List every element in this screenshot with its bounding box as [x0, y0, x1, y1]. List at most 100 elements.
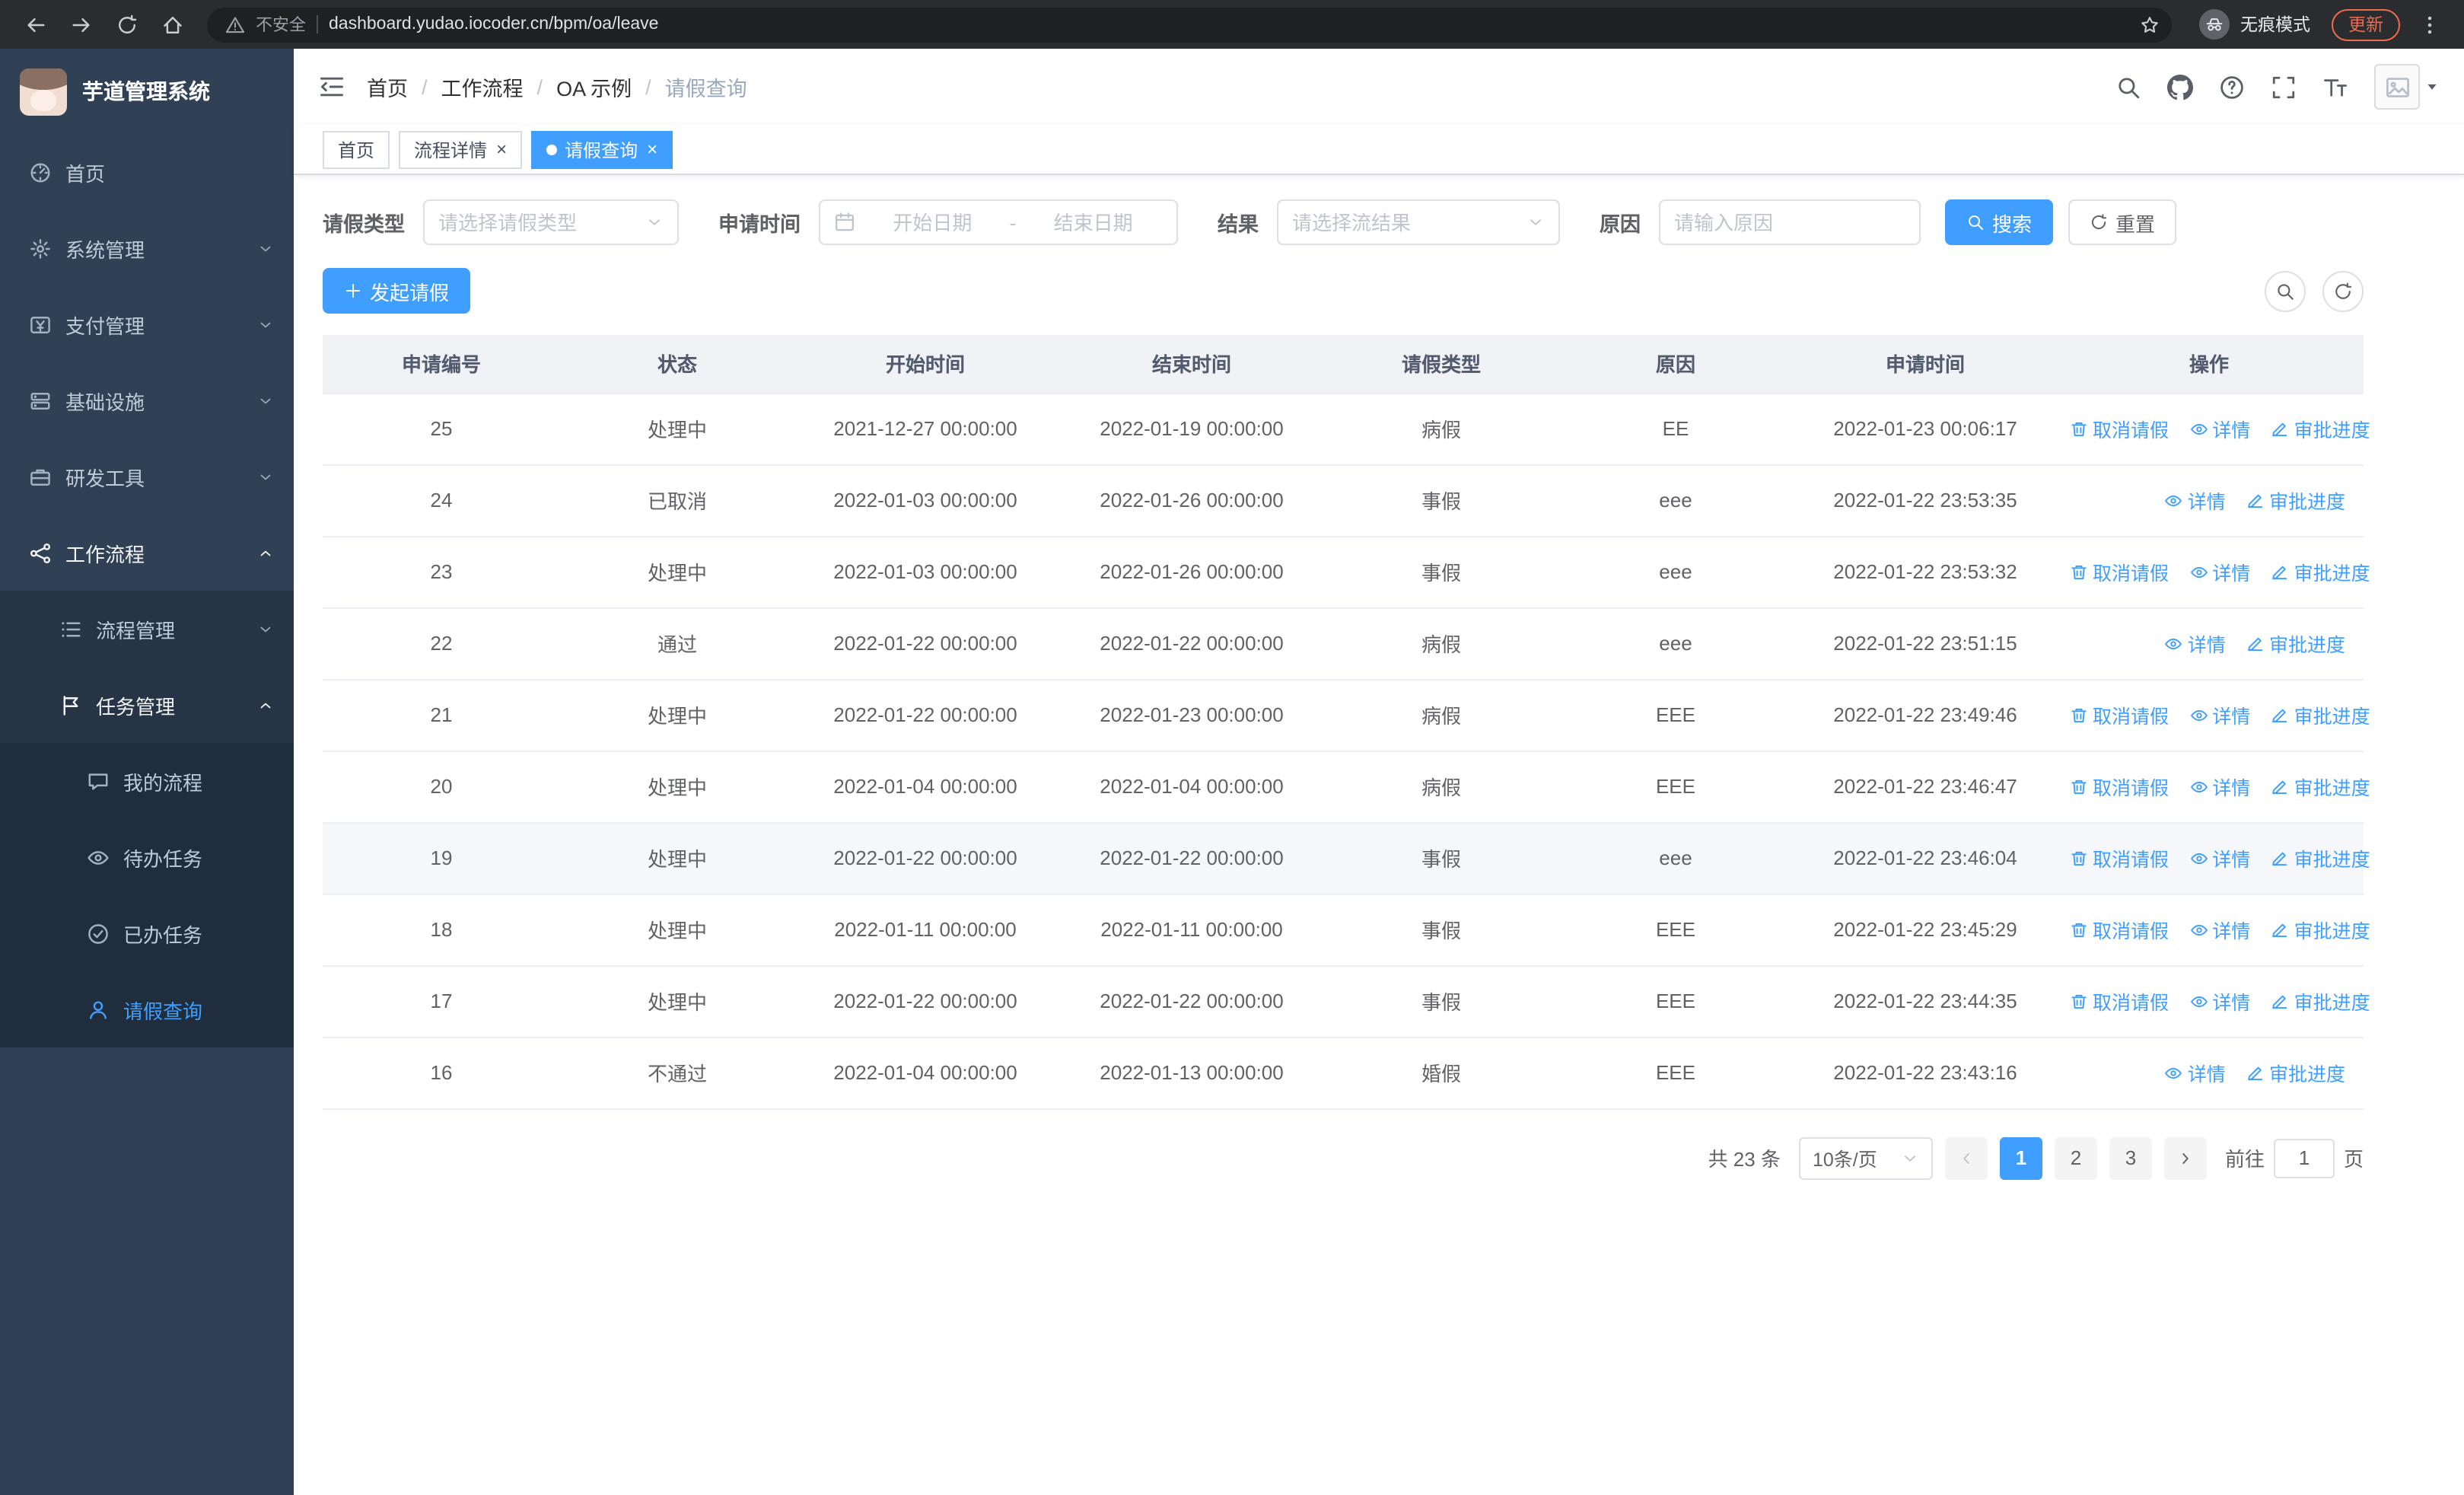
result-input[interactable] [1292, 211, 1517, 234]
table-row[interactable]: 17 处理中 2022-01-22 00:00:00 2022-01-22 00… [323, 965, 2370, 1038]
apply-time-range-picker[interactable]: - [819, 199, 1178, 245]
sidebar-item-system-mgmt[interactable]: 系统管理 [0, 210, 294, 286]
table-row[interactable]: 16 不通过 2022-01-04 00:00:00 2022-01-13 00… [323, 1037, 2364, 1109]
leave-type-input[interactable] [438, 211, 636, 234]
approval-progress-link[interactable]: 审批进度 [2246, 629, 2345, 658]
next-page-button[interactable] [2163, 1136, 2207, 1179]
breadcrumb-item[interactable]: OA 示例 [556, 72, 632, 102]
breadcrumb-item[interactable]: 请假查询 [665, 72, 747, 102]
reload-icon[interactable] [107, 5, 146, 44]
goto-page-input[interactable] [2273, 1138, 2335, 1178]
sidebar-item-payment-mgmt[interactable]: 支付管理 [0, 286, 294, 362]
user-menu[interactable] [2374, 64, 2440, 110]
column-header[interactable]: 开始时间 [794, 335, 1056, 394]
table-row[interactable]: 21 处理中 2022-01-22 00:00:00 2022-01-23 00… [323, 679, 2370, 751]
end-date-input[interactable] [1023, 211, 1163, 234]
page-number-button[interactable]: 1 [1999, 1136, 2042, 1179]
sidebar-item-workflow[interactable]: 工作流程 [0, 515, 294, 591]
table-row[interactable]: 20 处理中 2022-01-04 00:00:00 2022-01-04 00… [323, 751, 2370, 823]
sidebar-item-my-process[interactable]: 我的流程 [0, 743, 294, 819]
page-number-button[interactable]: 3 [2109, 1136, 2152, 1179]
create-leave-button[interactable]: 发起请假 [323, 268, 471, 314]
search-button[interactable]: 搜索 [1945, 199, 2054, 245]
table-row[interactable]: 22 通过 2022-01-22 00:00:00 2022-01-22 00:… [323, 607, 2364, 680]
detail-link[interactable]: 详情 [2189, 772, 2250, 801]
page-number-button[interactable]: 2 [2054, 1136, 2097, 1179]
reason-input[interactable] [1674, 211, 1905, 234]
cancel-leave-link[interactable]: 取消请假 [2070, 700, 2169, 729]
page-size-select[interactable]: 10条/页 [1798, 1136, 1933, 1179]
sidebar-item-process-mgmt[interactable]: 流程管理 [0, 591, 294, 667]
close-icon[interactable]: × [647, 139, 657, 160]
approval-progress-link[interactable]: 审批进度 [2271, 414, 2370, 443]
table-row[interactable]: 25 处理中 2021-12-27 00:00:00 2022-01-19 00… [323, 393, 2370, 465]
cancel-leave-link[interactable]: 取消请假 [2070, 843, 2169, 872]
approval-progress-link[interactable]: 审批进度 [2271, 557, 2370, 586]
reason-field[interactable] [1659, 199, 1921, 245]
collapse-icon[interactable] [318, 73, 345, 100]
table-row[interactable]: 19 处理中 2022-01-22 00:00:00 2022-01-22 00… [323, 822, 2370, 894]
approval-progress-link[interactable]: 审批进度 [2271, 772, 2370, 801]
update-button[interactable]: 更新 [2332, 8, 2400, 40]
column-header[interactable]: 请假类型 [1327, 335, 1555, 394]
detail-link[interactable]: 详情 [2189, 414, 2250, 443]
tab-home[interactable]: 首页 [323, 130, 390, 168]
close-icon[interactable]: × [496, 139, 507, 160]
search-icon[interactable] [2265, 270, 2306, 311]
approval-progress-link[interactable]: 审批进度 [2271, 915, 2370, 944]
approval-progress-link[interactable]: 审批进度 [2246, 1058, 2345, 1087]
approval-progress-link[interactable]: 审批进度 [2271, 700, 2370, 729]
search-icon[interactable] [2115, 74, 2141, 100]
detail-link[interactable]: 详情 [2189, 915, 2250, 944]
tab-process-detail[interactable]: 流程详情 × [399, 130, 523, 168]
column-header[interactable]: 原因 [1555, 335, 1796, 394]
question-icon[interactable] [2219, 74, 2245, 100]
prev-page-button[interactable] [1944, 1136, 1988, 1179]
kebab-icon[interactable] [2409, 5, 2449, 44]
fontsize-icon[interactable] [2322, 74, 2348, 100]
column-header[interactable]: 状态 [560, 335, 794, 394]
breadcrumb-item[interactable]: 首页 [367, 72, 408, 102]
fullscreen-icon[interactable] [2271, 74, 2297, 100]
home-icon[interactable] [152, 5, 192, 44]
url-bar[interactable]: 不安全 dashboard.yudao.iocoder.cn/bpm/oa/le… [207, 7, 2172, 42]
leave-type-select[interactable] [423, 199, 679, 245]
detail-link[interactable]: 详情 [2189, 557, 2250, 586]
sidebar-item-home[interactable]: 首页 [0, 134, 294, 210]
detail-link[interactable]: 详情 [2189, 700, 2250, 729]
detail-link[interactable]: 详情 [2165, 1058, 2226, 1087]
sidebar-item-dev-tools[interactable]: 研发工具 [0, 438, 294, 515]
app-logo[interactable]: 芋道管理系统 [0, 49, 294, 134]
cancel-leave-link[interactable]: 取消请假 [2070, 915, 2169, 944]
result-select[interactable] [1277, 199, 1560, 245]
star-icon[interactable] [2132, 8, 2166, 41]
start-date-input[interactable] [863, 211, 1002, 234]
column-header[interactable]: 申请时间 [1796, 335, 2055, 394]
back-icon[interactable] [15, 5, 55, 44]
sidebar-item-infrastructure[interactable]: 基础设施 [0, 362, 294, 438]
column-header[interactable]: 结束时间 [1056, 335, 1327, 394]
reset-button[interactable]: 重置 [2068, 199, 2177, 245]
column-header[interactable]: 操作 [2055, 335, 2364, 394]
tab-leave-query[interactable]: 请假查询 × [531, 130, 673, 168]
detail-link[interactable]: 详情 [2189, 843, 2250, 872]
approval-progress-link[interactable]: 审批进度 [2271, 987, 2370, 1015]
detail-link[interactable]: 详情 [2165, 629, 2226, 658]
breadcrumb-item[interactable]: 工作流程 [441, 72, 524, 102]
cancel-leave-link[interactable]: 取消请假 [2070, 772, 2169, 801]
cancel-leave-link[interactable]: 取消请假 [2070, 987, 2169, 1015]
table-row[interactable]: 24 已取消 2022-01-03 00:00:00 2022-01-26 00… [323, 464, 2364, 537]
refresh-icon[interactable] [2322, 270, 2364, 311]
detail-link[interactable]: 详情 [2189, 987, 2250, 1015]
table-row[interactable]: 18 处理中 2022-01-11 00:00:00 2022-01-11 00… [323, 894, 2370, 966]
table-row[interactable]: 23 处理中 2022-01-03 00:00:00 2022-01-26 00… [323, 536, 2370, 608]
detail-link[interactable]: 详情 [2165, 486, 2226, 515]
cancel-leave-link[interactable]: 取消请假 [2070, 557, 2169, 586]
sidebar-item-task-mgmt[interactable]: 任务管理 [0, 667, 294, 743]
sidebar-item-todo-tasks[interactable]: 待办任务 [0, 819, 294, 895]
sidebar-item-leave-query[interactable]: 请假查询 [0, 971, 294, 1047]
cancel-leave-link[interactable]: 取消请假 [2070, 414, 2169, 443]
approval-progress-link[interactable]: 审批进度 [2246, 486, 2345, 515]
column-header[interactable]: 申请编号 [323, 335, 560, 394]
sidebar-item-done-tasks[interactable]: 已办任务 [0, 895, 294, 971]
